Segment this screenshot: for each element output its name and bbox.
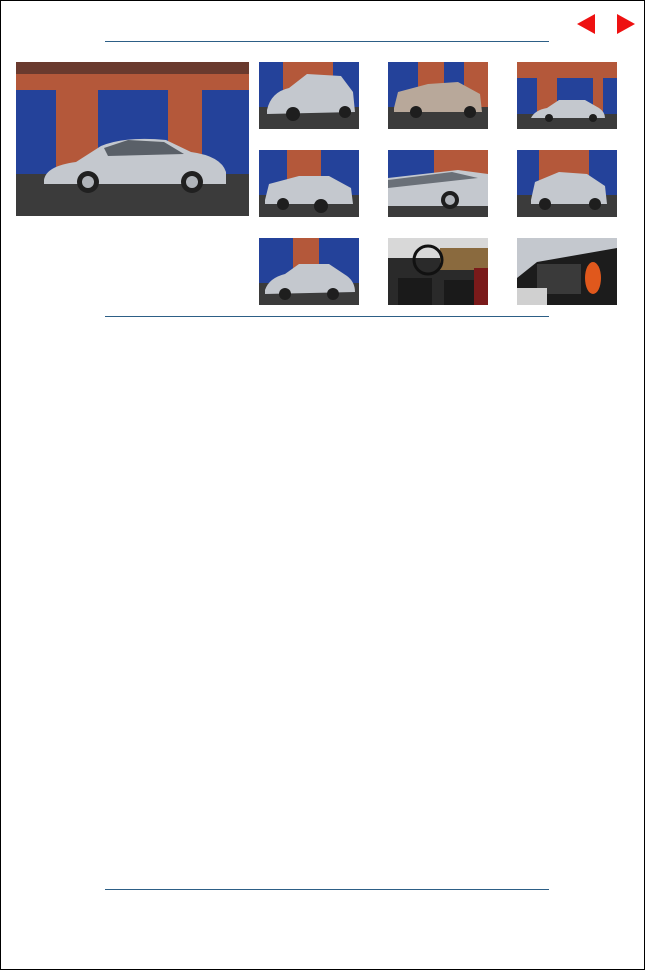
thumbnail-7[interactable] <box>259 238 359 305</box>
car-side-distant-image <box>517 62 617 129</box>
triangle-right-icon <box>617 14 635 34</box>
car-rear-view-image <box>517 150 617 217</box>
thumbnail-9[interactable] <box>517 238 617 305</box>
thumbnail-6[interactable] <box>517 150 617 217</box>
bottom-divider <box>105 889 549 890</box>
car-rear-left-image <box>259 150 359 217</box>
triangle-left-icon <box>577 14 595 34</box>
page-frame <box>0 0 645 970</box>
thumbnail-3[interactable] <box>517 62 617 129</box>
car-engine-image <box>517 238 617 305</box>
car-side-image <box>16 62 249 216</box>
car-front-image <box>259 62 359 129</box>
car-interior-image <box>388 238 488 305</box>
thumbnail-8[interactable] <box>388 238 488 305</box>
previous-page-button[interactable] <box>575 13 597 35</box>
thumbnail-1[interactable] <box>259 62 359 129</box>
car-rear-image <box>388 62 488 129</box>
thumbnail-5[interactable] <box>388 150 488 217</box>
middle-divider <box>105 316 549 317</box>
next-page-button[interactable] <box>615 13 637 35</box>
top-divider <box>105 41 549 42</box>
car-front-low-image <box>259 238 359 305</box>
thumbnail-2[interactable] <box>388 62 488 129</box>
car-side-detail-image <box>388 150 488 217</box>
main-car-photo[interactable] <box>16 62 249 216</box>
thumbnail-4[interactable] <box>259 150 359 217</box>
